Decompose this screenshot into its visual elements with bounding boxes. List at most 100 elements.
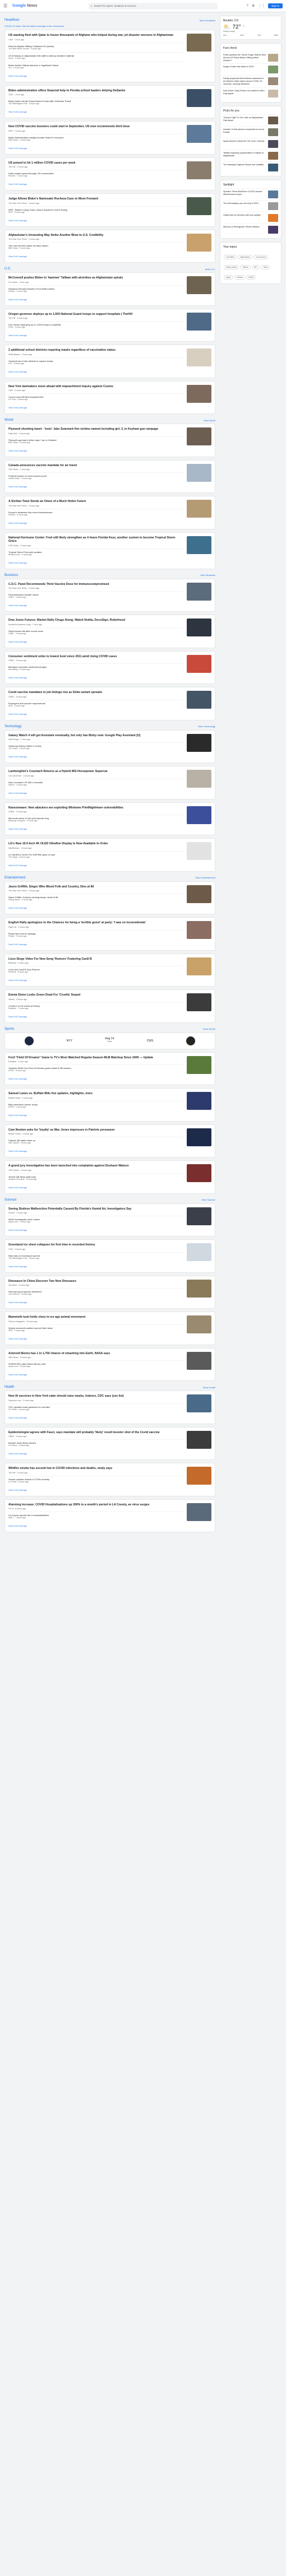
related-story[interactable]: Europe's heatwave hits record temperatur… — [8, 508, 183, 517]
picks-item[interactable]: Apple Aimed to Build the 'HD Lens' Camer… — [223, 137, 278, 150]
story-thumbnail[interactable] — [187, 233, 211, 252]
topic-chip[interactable]: Coronavirus — [253, 254, 269, 259]
topic-chip[interactable]: NASA — [246, 275, 256, 280]
section-title-business[interactable]: Business — [4, 574, 18, 577]
story-thumbnail[interactable] — [187, 1092, 211, 1110]
hamburger-menu-icon[interactable]: ☰ — [3, 3, 9, 8]
story-headline[interactable]: 2 additional school districts requiring … — [8, 348, 183, 352]
story-thumbnail[interactable] — [187, 427, 211, 445]
factcheck-item[interactable]: Fact check: Dolly Parton not married to … — [223, 87, 278, 99]
story-headline[interactable]: Ransomware: New attackers are exploiting… — [8, 806, 183, 810]
story-headline[interactable]: Dinosaurs In China Discover Two New Dino… — [8, 1280, 183, 1284]
related-story[interactable]: Royal fans react to apology People · 5 ho… — [8, 929, 183, 938]
picks-item[interactable]: The Nasdaq's Highest Stocks and Volatili… — [223, 161, 278, 173]
story-headline[interactable]: A grand jury investigation has been laun… — [8, 1164, 183, 1168]
section-title-us[interactable]: U.S. — [4, 267, 11, 271]
story-headline[interactable]: Afghanistan's Unraveling May Strike Anot… — [8, 234, 183, 238]
story-headline[interactable]: Biden administration offers financial he… — [8, 89, 183, 93]
full-coverage-button[interactable]: View Full Coverage — [8, 713, 27, 715]
full-coverage-button[interactable]: View Full Coverage — [8, 641, 27, 643]
apps-icon[interactable]: ⋮⋮ — [258, 4, 265, 8]
section-more-link[interactable]: More Sports — [203, 1027, 215, 1030]
story-thumbnail[interactable] — [187, 161, 211, 179]
story-thumbnail[interactable] — [187, 842, 211, 860]
section-more-link[interactable]: More Entertainment — [196, 876, 215, 879]
story-thumbnail[interactable] — [187, 1315, 211, 1333]
story-headline[interactable]: Mammoth tusk holds clues to ice age anim… — [8, 1315, 183, 1319]
related-story[interactable]: Cuomo may still face impeachment NY Post … — [8, 393, 183, 401]
settings-icon[interactable]: ⚙ — [252, 4, 255, 8]
story-thumbnail[interactable] — [187, 1207, 211, 1225]
spotlight-item[interactable]: The best laptops you can buy in 2021 — [223, 199, 278, 212]
story-headline[interactable]: LG's New 16.5-Inch 4K OLED Ultrafine Dis… — [8, 842, 183, 846]
story-thumbnail[interactable] — [187, 770, 211, 788]
story-headline[interactable]: Lamborghini's Countach Returns as a Hybr… — [8, 770, 183, 774]
scoreboard[interactable]: NYY Aug 14 Final CWS — [4, 1032, 215, 1049]
related-story[interactable]: CDC updates mask guidance for counties NY… — [8, 1403, 183, 1411]
full-coverage-button[interactable]: View Full Coverage — [8, 979, 27, 982]
story-headline[interactable]: Canada announces vaccine mandate for air… — [8, 464, 183, 468]
story-headline[interactable]: Oregon governor deploys up to 1,500 Nati… — [8, 313, 183, 317]
related-story[interactable]: New Countach LPI 800-4 revealed Motor1 · … — [8, 778, 183, 787]
related-story[interactable]: Microsoft warns of new print spooler bug… — [8, 815, 183, 822]
full-coverage-button[interactable]: View Full Coverage — [8, 371, 27, 373]
story-thumbnail[interactable] — [187, 500, 211, 518]
related-story[interactable]: Booster shots likely needed Fox News · 5 … — [8, 1439, 183, 1447]
story-headline[interactable]: Samuel Lanes vs. Buffalo Bills live upda… — [8, 1092, 183, 1096]
story-headline[interactable]: Alarming increase: COVID Hospitalization… — [8, 1503, 183, 1507]
spotlight-item-text[interactable]: Sprinter: Pfizer-BioNTech COVID vaccine … — [223, 190, 266, 198]
story-headline[interactable]: Galaxy Watch 4 will get Assistant eventu… — [8, 734, 183, 738]
story-headline[interactable]: Consumer sentiment sinks to lowest level… — [8, 655, 183, 659]
story-headline[interactable]: Lizzo Sings Video For New Song 'Rumors' … — [8, 957, 183, 961]
story-headline[interactable]: Judge Allows Biden's Namesake Rocheza Ca… — [8, 197, 183, 201]
story-thumbnail[interactable] — [187, 1279, 211, 1298]
story-thumbnail[interactable] — [187, 463, 211, 482]
story-thumbnail[interactable] — [187, 993, 211, 1011]
story-headline[interactable]: Emma Stone Looks Green Dead For 'Cruella… — [8, 993, 183, 997]
related-story[interactable]: Biden Admin Sends School Board Funds Aft… — [8, 97, 183, 105]
full-coverage-button[interactable]: View Full Coverage — [8, 677, 27, 679]
related-story[interactable]: FDA authorizes booster doses CNBC · 3 hou… — [8, 591, 183, 599]
story-headline[interactable]: Cam Newton asks for 'loyalty' as Mac Jon… — [8, 1128, 183, 1132]
full-coverage-button[interactable]: View Full Coverage — [8, 1150, 27, 1152]
section-title-health[interactable]: Health — [4, 1385, 14, 1389]
story-headline[interactable]: Plywood shooting tweet - 'toxic' Jake Sz… — [8, 427, 183, 431]
section-more-link[interactable]: More World — [204, 419, 215, 422]
full-coverage-button[interactable]: View Full Coverage — [8, 486, 27, 488]
app-logo[interactable]: Google News — [12, 4, 46, 8]
story-headline[interactable]: Asteroid Bennu has 1 in 1,750 chance of … — [8, 1352, 183, 1356]
story-thumbnail[interactable] — [187, 312, 211, 331]
story-thumbnail[interactable] — [187, 89, 211, 107]
spotlight-item[interactable]: Sprinter: Pfizer-BioNTech COVID vaccine … — [223, 188, 278, 200]
full-coverage-button[interactable]: View Full Coverage — [8, 450, 27, 452]
story-thumbnail[interactable] — [187, 34, 211, 52]
section-title-science[interactable]: Science — [4, 1198, 16, 1202]
story-headline[interactable]: New York lawmakers move ahead with impea… — [8, 385, 183, 389]
picks-item-text[interactable]: Taliban exploring opportunities to regim… — [223, 152, 266, 160]
full-coverage-button[interactable]: View Full Coverage — [8, 147, 27, 150]
story-thumbnail[interactable] — [187, 1394, 211, 1412]
related-story[interactable]: Rain falls on Greenland summit The Washin… — [8, 1252, 183, 1260]
story-headline[interactable]: New IA vaccines in New York state should… — [8, 1394, 183, 1398]
topic-chip[interactable]: Climate — [234, 275, 246, 280]
story-thumbnail[interactable] — [187, 1503, 211, 1521]
factcheck-item[interactable]: Family physician Brent Nelson assessed t… — [223, 75, 278, 87]
related-story[interactable]: Cruella 2 in the works at Disney Deadline… — [8, 1002, 183, 1010]
related-story[interactable]: NASA investigates stuck valves Space.com … — [8, 1216, 183, 1224]
full-coverage-button[interactable]: View Full Coverage — [8, 1078, 27, 1080]
section-title-headlines[interactable]: Headlines — [4, 18, 20, 22]
story-headline[interactable]: Jason Griffith, Singer Who Mixed Folk an… — [8, 885, 183, 889]
story-thumbnail[interactable] — [187, 1351, 211, 1370]
related-story[interactable]: NPR - Biden's Cargo Case Leaves Supreme … — [8, 206, 183, 214]
full-coverage-button[interactable]: View Full Coverage — [8, 1301, 27, 1304]
full-coverage-button[interactable]: View Full Coverage — [8, 407, 27, 409]
story-thumbnail[interactable] — [187, 125, 211, 143]
story-headline[interactable]: Ford "Field Of Dreams" Game Is TV's Most… — [8, 1056, 183, 1060]
related-story[interactable]: Smoke pollution linked to COVID severity… — [8, 1475, 183, 1484]
story-thumbnail[interactable] — [187, 733, 211, 752]
full-coverage-button[interactable]: View Full Coverage — [8, 792, 27, 794]
story-thumbnail[interactable] — [187, 921, 211, 939]
story-headline[interactable]: US wasting fleet with Qatar to house tho… — [8, 34, 183, 38]
factcheck-item-text[interactable]: Fact check: Dolly Parton not married to … — [223, 90, 266, 97]
factcheck-item-text[interactable]: Posts question the 'Storm Surge' Bidens … — [223, 54, 266, 62]
